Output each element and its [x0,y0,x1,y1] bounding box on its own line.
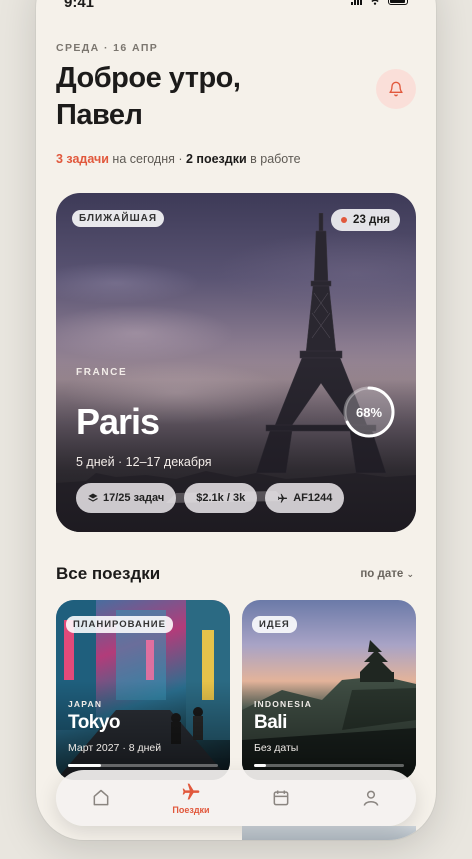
trip-status-tag: ПЛАНИРОВАНИЕ [66,616,173,633]
tab-calendar[interactable] [246,788,316,808]
trip-dates: 5 дней · 12–17 декабря [76,455,212,469]
status-icons [351,0,408,5]
trips-section-title: Все поездки [56,564,161,583]
trip-city: Bali [254,712,287,733]
plane-icon [278,493,288,503]
trip-date: Без даты [254,742,299,754]
tasks-chip[interactable]: 17/25 задач [76,483,177,513]
trip-progress-ring: 68% [340,383,398,441]
trip-card-peek [242,826,416,840]
tasks-count[interactable]: 3 задачи [56,152,109,166]
tab-home[interactable] [66,788,136,808]
tab-profile[interactable] [336,788,406,808]
calendar-icon [273,790,289,806]
trip-country: FRANCE [76,367,128,378]
countdown-text: 23 дня [353,214,390,226]
tab-trips[interactable]: Поездки [156,782,226,815]
tab-bar: Поездки [56,770,416,826]
status-dot [341,217,348,223]
signal-icon [351,0,362,5]
status-time: 9:41 [64,0,95,11]
summary-text: на сегодня · [108,152,186,166]
person-icon [363,790,379,806]
trip-card-bali[interactable]: ИДЕЯ INDONESIA Bali Без даты [242,600,416,780]
chevron-down-icon: ⌄ [406,569,414,579]
battery-icon [388,0,408,5]
trip-city: Tokyo [68,712,121,733]
progress-fill [68,764,101,767]
trip-card-tokyo[interactable]: ПЛАНИРОВАНИЕ JAPAN Tokyo Март 2027 · 8 д… [56,600,230,780]
status-bar: 9:41 [36,0,436,14]
phone-screen: 9:41 СРЕДА · 16 АПР Доброе утро, Павел 3 … [36,0,436,840]
home-icon [93,789,109,806]
trip-country: JAPAN [68,699,103,709]
day-summary: 3 задачи на сегодня · 2 поездки в работе [56,152,301,166]
hero-gradient [56,193,416,532]
greeting-line-2: Павел [56,99,143,131]
progress-label: 68% [355,404,383,420]
featured-trip-card[interactable]: БЛИЖАЙШАЯ 23 дня FRANCE Paris 5 дней · 1… [56,193,416,532]
flight-chip-label: AF1244 [293,492,333,504]
trip-city: Paris [76,401,160,442]
flight-chip[interactable]: AF1244 [265,483,345,513]
trip-progress-bar [254,764,404,767]
sort-dropdown[interactable]: по дате ⌄ [360,568,414,580]
trip-progress-bar [68,764,218,767]
bell-icon [389,81,403,97]
plane-icon [182,783,200,799]
trips-count: 2 поездки [186,152,247,166]
trip-status-tag: ИДЕЯ [252,616,297,633]
checklist-icon [88,493,98,502]
progress-fill [254,764,266,767]
sort-label: по дате [360,568,404,580]
current-date: СРЕДА · 16 АПР [56,42,159,54]
countdown-badge: 23 дня [331,209,400,231]
tasks-chip-label: 17/25 задач [103,492,165,504]
budget-chip[interactable]: $2.1k / 3k [184,483,258,513]
trip-country: INDONESIA [254,699,313,709]
greeting-line-1: Доброе утро, [56,62,241,94]
notifications-button[interactable] [376,69,416,109]
wifi-icon [371,0,379,5]
budget-chip-label: $2.1k / 3k [196,492,246,504]
greeting-title: Доброе утро, Павел [56,60,241,134]
trip-date: Март 2027 · 8 дней [68,742,162,754]
tab-trips-label: Поездки [172,804,210,815]
summary-end-text: в работе [246,152,301,166]
nearest-badge: БЛИЖАЙШАЯ [72,210,165,227]
trip-stats: 17/25 задач $2.1k / 3k AF1244 [76,483,345,513]
